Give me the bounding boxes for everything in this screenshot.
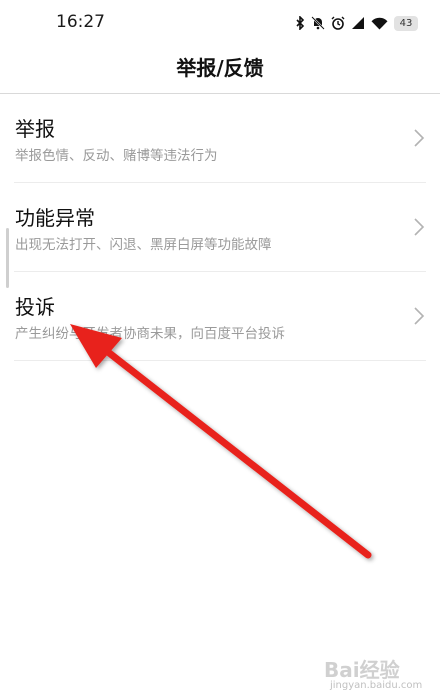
mute-bell-icon [311, 16, 325, 30]
scroll-indicator [6, 228, 9, 288]
item-description: 举报色情、反动、赌博等违法行为 [15, 148, 218, 164]
item-description: 出现无法打开、闪退、黑屏白屏等功能故障 [15, 237, 272, 253]
list-item-report[interactable]: 举报 举报色情、反动、赌博等违法行为 [14, 94, 426, 183]
signal-icon [352, 17, 364, 29]
list-item-malfunction[interactable]: 功能异常 出现无法打开、闪退、黑屏白屏等功能故障 [14, 183, 426, 272]
status-bar: 16:27 43 [0, 0, 440, 44]
header: 举报/反馈 [0, 44, 440, 94]
item-title: 举报 [15, 117, 55, 141]
battery-icon: 43 [394, 15, 418, 31]
feedback-list: 举报 举报色情、反动、赌博等违法行为 功能异常 出现无法打开、闪退、黑屏白屏等功… [0, 94, 440, 361]
list-item-complaint[interactable]: 投诉 产生纠纷与开发者协商未果，向百度平台投诉 [14, 272, 426, 361]
bluetooth-icon [296, 16, 305, 30]
chevron-right-icon [414, 129, 425, 147]
item-description: 产生纠纷与开发者协商未果，向百度平台投诉 [15, 326, 285, 342]
watermark: Bai经验 jingyan.baidu.com [324, 654, 432, 698]
status-icons: 43 [295, 13, 418, 33]
chevron-right-icon [414, 307, 425, 325]
watermark-subtext: jingyan.baidu.com [330, 680, 423, 691]
page-title: 举报/反馈 [176, 56, 264, 80]
watermark-text: Bai经验 [324, 658, 400, 682]
item-title: 投诉 [15, 295, 55, 319]
arrow-shaft [104, 348, 372, 559]
wifi-icon [371, 17, 388, 29]
item-title: 功能异常 [15, 206, 95, 230]
status-time: 16:27 [56, 12, 105, 32]
alarm-icon [331, 16, 345, 30]
chevron-right-icon [414, 218, 425, 236]
